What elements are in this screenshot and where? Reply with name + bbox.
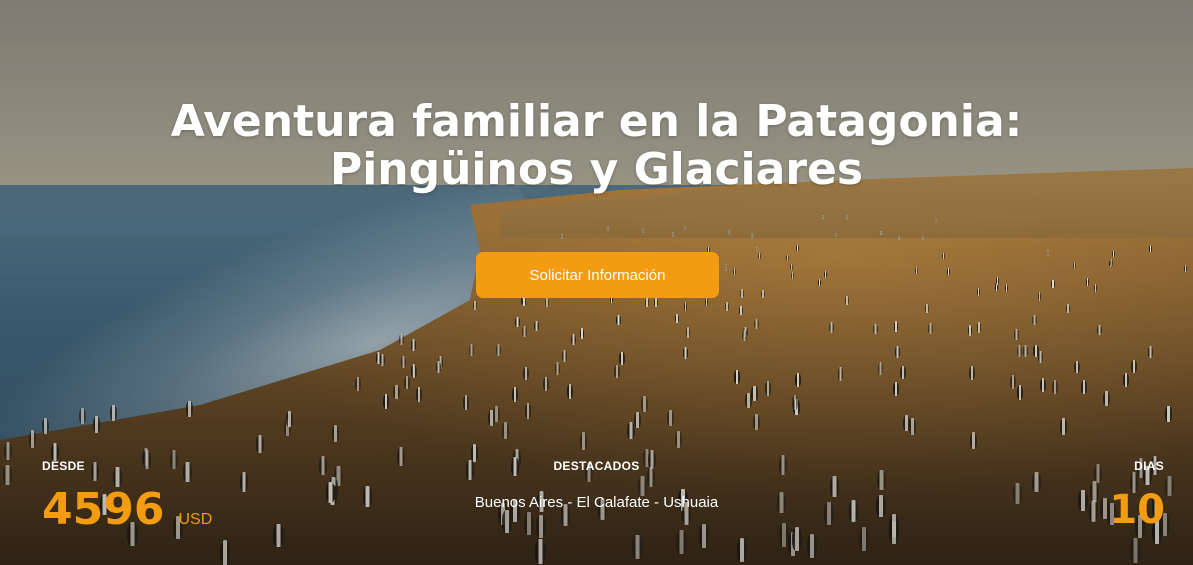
price-currency: USD	[178, 511, 213, 528]
route-highlights: Buenos Aires - El Calafate - Ushuaia	[474, 494, 719, 511]
hero-banner: Aventura familiar en la Patagonia: Pingü…	[0, 0, 1193, 565]
highlights-label: DESTACADOS	[553, 459, 640, 473]
days-value: 10	[1109, 487, 1165, 533]
title-line-1: Aventura familiar en la Patagonia:	[170, 96, 1023, 147]
days-label: DIAS	[1134, 459, 1164, 473]
page-title: Aventura familiar en la Patagonia: Pingü…	[0, 98, 1193, 194]
request-info-button[interactable]: Solicitar Información	[476, 252, 719, 298]
title-line-2: Pingüinos y Glaciares	[329, 144, 864, 195]
